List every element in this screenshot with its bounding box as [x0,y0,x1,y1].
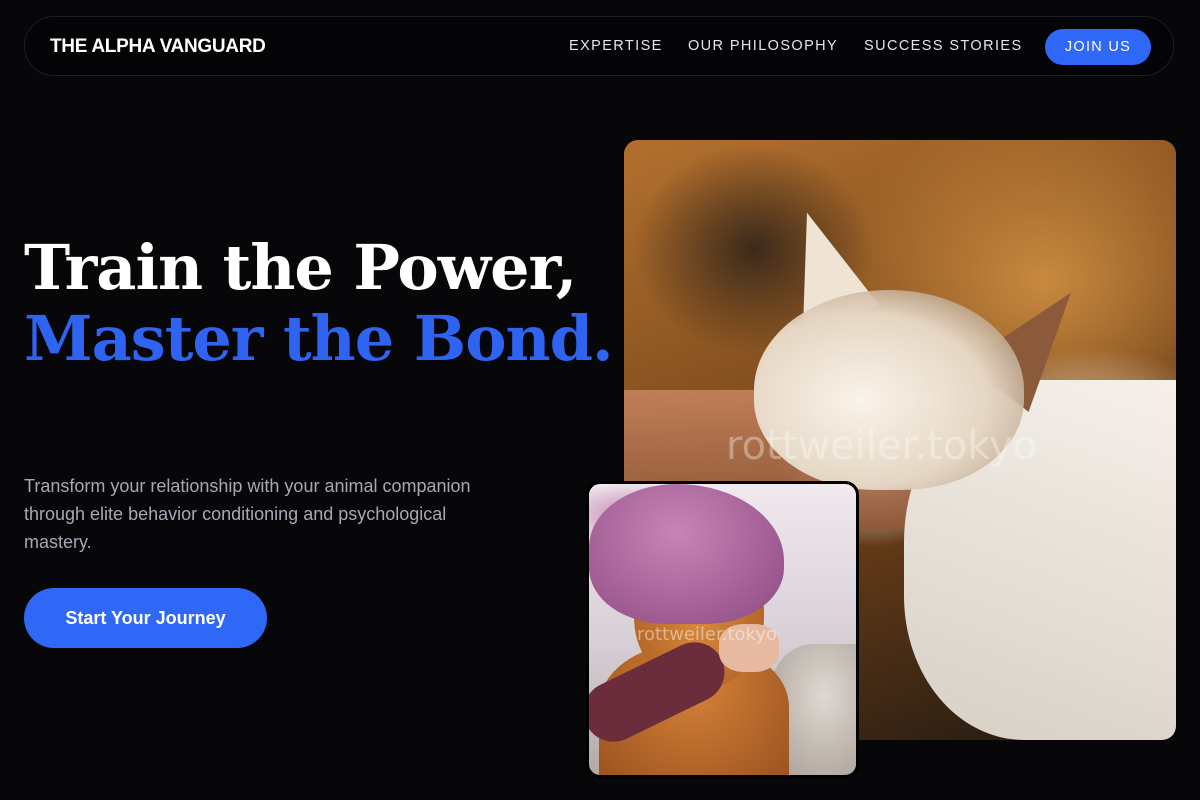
dog-photo: rottweiler.tokyo [586,481,859,778]
join-us-button[interactable]: JOIN US [1045,29,1151,65]
nav-link-our-philosophy[interactable]: OUR PHILOSOPHY [688,38,838,54]
nav-link-success-stories[interactable]: SUCCESS STORIES [864,38,1023,54]
cat-photo-watermark: rottweiler.tokyo [726,423,1038,469]
dog-photo-watermark: rottweiler.tokyo [637,624,777,645]
hero-description: Transform your relationship with your an… [24,476,471,552]
navbar: THE ALPHA VANGUARD EXPERTISE OUR PHILOSO… [24,16,1174,76]
towel [589,484,784,624]
hero-title-line-1: Train the Power, [24,231,577,304]
hero-title-line-2: Master the Bond. [24,302,614,375]
start-journey-button[interactable]: Start Your Journey [24,588,267,648]
brand-logo[interactable]: THE ALPHA VANGUARD [50,36,266,58]
hero-title: Train the Power, Master the Bond. [24,231,614,375]
nav-link-expertise[interactable]: EXPERTISE [569,38,663,54]
